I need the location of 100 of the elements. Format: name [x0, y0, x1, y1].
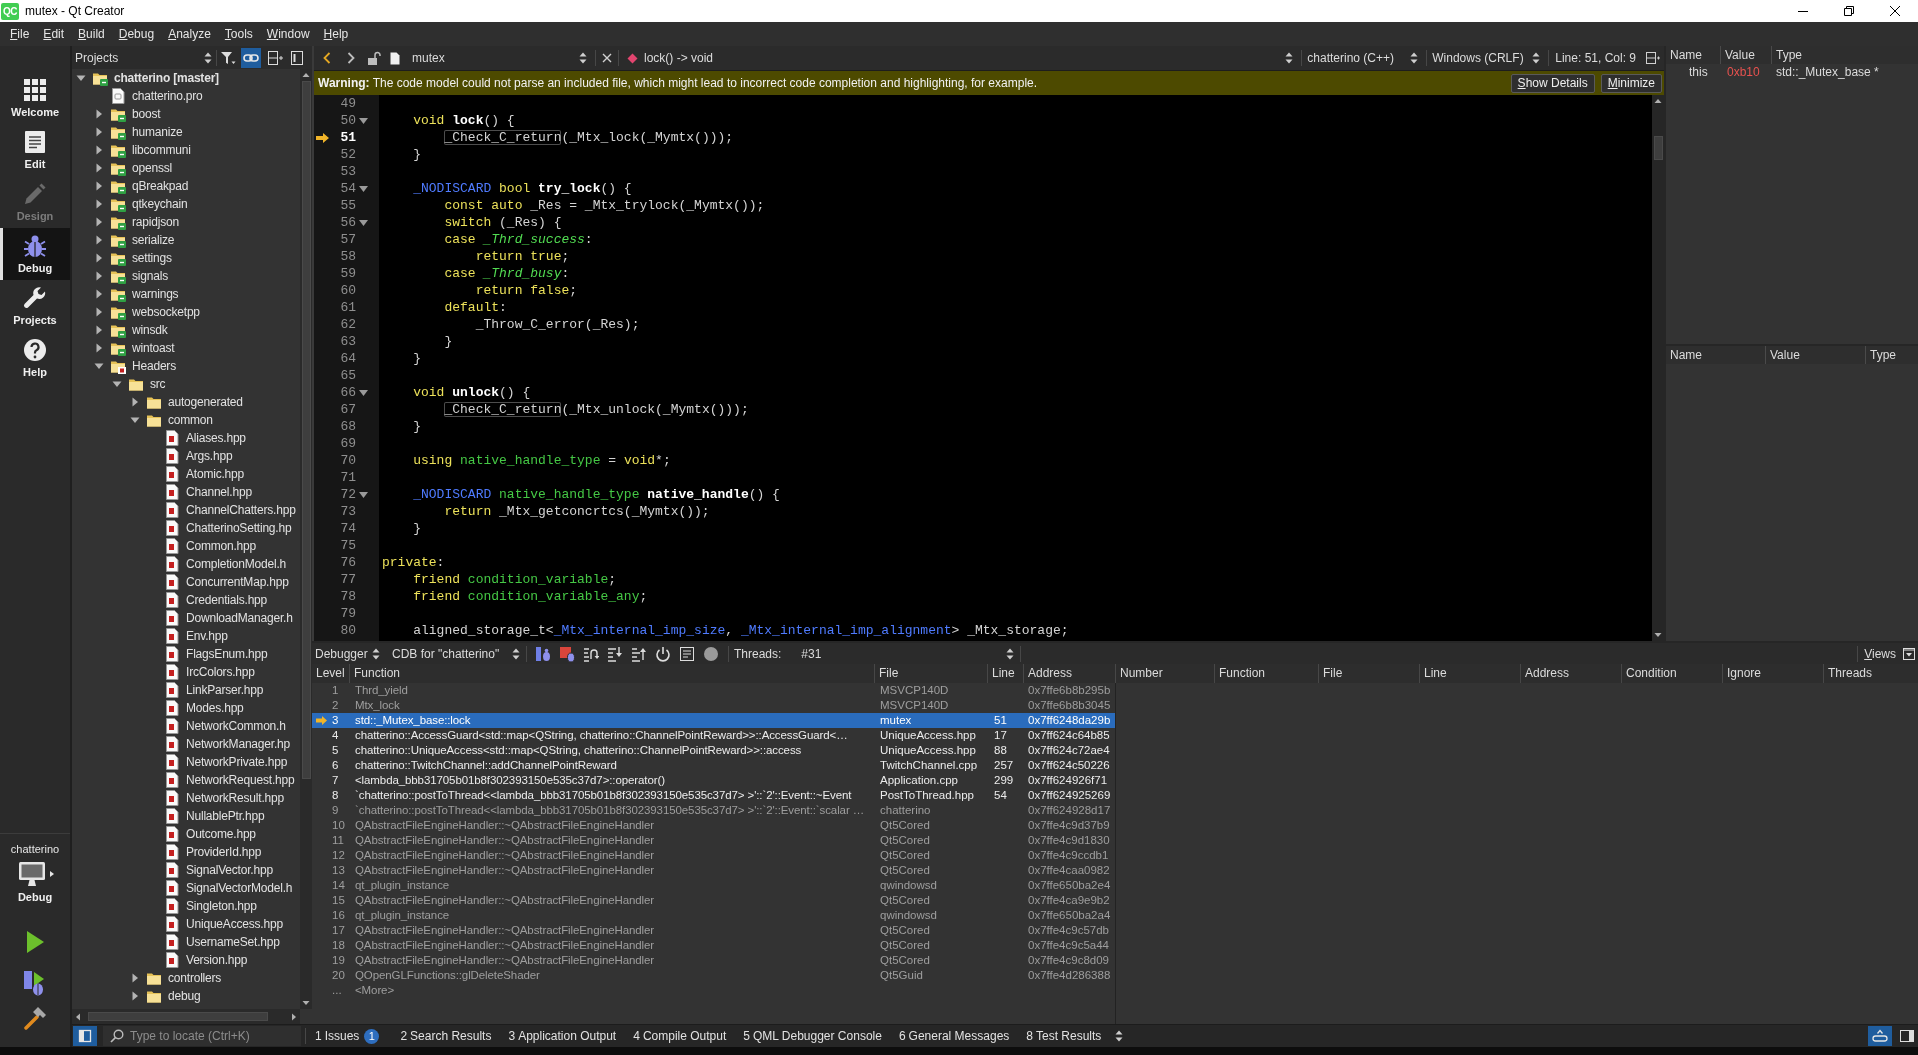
- output-tab[interactable]: 5 QML Debugger Console: [734, 1029, 890, 1043]
- tree-item[interactable]: boost: [132, 107, 161, 121]
- tree-item[interactable]: warnings: [132, 287, 179, 301]
- output-tab[interactable]: 6 General Messages: [889, 1029, 1018, 1043]
- output-tab[interactable]: 3 Application Output: [499, 1029, 625, 1043]
- sidebar-toggle-icon[interactable]: [290, 50, 304, 65]
- bar-button[interactable]: Show Details: [1510, 73, 1595, 93]
- step-over-icon[interactable]: [583, 645, 599, 662]
- view-combo[interactable]: Projects: [72, 46, 216, 69]
- stack-row[interactable]: 1 Thrd_yield MSVCP140D 0x7ffe6b8b295b: [312, 683, 1115, 698]
- hammer-icon[interactable]: [23, 1006, 47, 1030]
- tree-item[interactable]: Headers: [132, 359, 176, 373]
- filter-icon[interactable]: [220, 49, 236, 66]
- tree-item[interactable]: chatterino [master]: [114, 71, 219, 85]
- split-icon[interactable]: [1646, 51, 1660, 65]
- tree-item[interactable]: chatterino.pro: [132, 89, 203, 103]
- stack-row[interactable]: 14 qt_plugin_instance qwindowsd 0x7ffe650ba2e4: [312, 878, 1115, 893]
- stack-row[interactable]: 18 QAbstractFileEngineHandler::~QAbstractFileEngineHandler Qt5Cored 0x7ffe4c9c5a44: [312, 938, 1115, 953]
- power-icon[interactable]: [655, 645, 671, 662]
- tree-item[interactable]: src: [150, 377, 166, 391]
- output-tab[interactable]: 8 Test Results: [1017, 1029, 1110, 1043]
- stop-icon[interactable]: [559, 645, 575, 662]
- tree-item[interactable]: NetworkRequest.hpp: [186, 773, 295, 787]
- step-into-icon[interactable]: [607, 645, 623, 662]
- mode-button[interactable]: Welcome: [0, 72, 70, 124]
- stack-row[interactable]: 3 std::_Mutex_base::lock mutex 51 0x7ff6248da29b: [312, 713, 1115, 728]
- fold-arrow-icon[interactable]: [359, 491, 368, 498]
- document-icon[interactable]: [679, 645, 695, 662]
- menu-item[interactable]: Build: [71, 24, 112, 44]
- stack-row[interactable]: 15 QAbstractFileEngineHandler::~QAbstractFileEngineHandler Qt5Cored 0x7ffe4ca9e9b2: [312, 893, 1115, 908]
- output-tab[interactable]: 4 Compile Output: [624, 1029, 735, 1043]
- perspective-combo[interactable]: Debugger: [312, 643, 386, 664]
- tree-item[interactable]: common: [168, 413, 213, 427]
- tree-item[interactable]: ConcurrentMap.hpp: [186, 575, 289, 589]
- tree-item[interactable]: SignalVector.hpp: [186, 863, 273, 877]
- tree-item[interactable]: Modes.hpp: [186, 701, 244, 715]
- stack-row[interactable]: 8 `chatterino::postToThread<<lambda_bbb31705b01b8f302393150e535c37d7> >'::`2'::Event::~Event PostToThread.hpp 54 0x7ff624925269: [312, 788, 1115, 803]
- tree-item[interactable]: Args.hpp: [186, 449, 233, 463]
- tree-item[interactable]: controllers: [168, 971, 222, 985]
- tree-item[interactable]: UsernameSet.hpp: [186, 935, 280, 949]
- record-icon[interactable]: [703, 645, 719, 662]
- mode-button[interactable]: Debug: [0, 228, 70, 280]
- stack-row[interactable]: 7 <lambda_bbb31705b01b8f302393150e535c37d7>::operator() Application.cpp 299 0x7ff624926f71: [312, 773, 1115, 788]
- run-icon[interactable]: [24, 930, 46, 954]
- tree-item[interactable]: IrcColors.hpp: [186, 665, 255, 679]
- scrollbar-thumb[interactable]: [301, 81, 311, 779]
- stack-row[interactable]: 13 QAbstractFileEngineHandler::~QAbstractFileEngineHandler Qt5Cored 0x7ffe4caa0982: [312, 863, 1115, 878]
- dropdown-icon[interactable]: [1903, 647, 1915, 660]
- stack-row[interactable]: ... <More>: [312, 983, 1115, 998]
- tree-item[interactable]: winsdk: [132, 323, 168, 337]
- updown-arrow-icon[interactable]: [1115, 1030, 1124, 1042]
- stack-row[interactable]: 10 QAbstractFileEngineHandler::~QAbstractFileEngineHandler Qt5Cored 0x7ffe4c9d37b9: [312, 818, 1115, 833]
- thread-combo[interactable]: #31: [789, 643, 1021, 664]
- tree-item[interactable]: humanize: [132, 125, 183, 139]
- fold-arrow-icon[interactable]: [359, 117, 368, 124]
- scrollbar-thumb[interactable]: [1653, 136, 1663, 160]
- views-button[interactable]: Views: [1864, 646, 1896, 661]
- menu-item[interactable]: Edit: [36, 24, 72, 44]
- mode-button[interactable]: Help: [0, 332, 70, 384]
- tree-item[interactable]: NetworkResult.hpp: [186, 791, 284, 805]
- tree-item[interactable]: Common.hpp: [186, 539, 257, 553]
- stack-row[interactable]: 17 QAbstractFileEngineHandler::~QAbstractFileEngineHandler Qt5Cored 0x7ffe4c9c57db: [312, 923, 1115, 938]
- menu-item[interactable]: Window: [259, 24, 317, 44]
- tree-item[interactable]: qtkeychain: [132, 197, 188, 211]
- menu-item[interactable]: Debug: [111, 24, 162, 44]
- tree-item[interactable]: Version.hpp: [186, 953, 248, 967]
- tree-item[interactable]: Outcome.hpp: [186, 827, 256, 841]
- stack-row[interactable]: 20 QOpenGLFunctions::glDeleteShader Qt5Guid 0x7ffe4d286388: [312, 968, 1115, 983]
- stack-row[interactable]: 11 QAbstractFileEngineHandler::~QAbstractFileEngineHandler Qt5Cored 0x7ffe4c9d1830: [312, 833, 1115, 848]
- mode-button[interactable]: Projects: [0, 280, 70, 332]
- stack-row[interactable]: 2 Mtx_lock MSVCP140D 0x7ffe6b8b3045: [312, 698, 1115, 713]
- tree-item[interactable]: UniqueAccess.hpp: [186, 917, 283, 931]
- tree-item[interactable]: debug: [168, 989, 201, 1003]
- vertical-scrollbar[interactable]: [300, 69, 312, 1009]
- sidebar-toggle-icon[interactable]: [1898, 1027, 1916, 1045]
- tree-item[interactable]: Credentials.hpp: [186, 593, 268, 607]
- tree-item[interactable]: serialize: [132, 233, 175, 247]
- tree-item[interactable]: settings: [132, 251, 172, 265]
- tree-item[interactable]: FlagsEnum.hpp: [186, 647, 268, 661]
- tree-item[interactable]: Channel.hpp: [186, 485, 252, 499]
- file-combo[interactable]: mutex: [387, 46, 595, 70]
- tree-item[interactable]: websocketpp: [132, 305, 200, 319]
- stack-row[interactable]: 19 QAbstractFileEngineHandler::~QAbstractFileEngineHandler Qt5Cored 0x7ffe4c9c8d09: [312, 953, 1115, 968]
- output-tab[interactable]: 1 Issues 1: [306, 1028, 392, 1044]
- tree-item[interactable]: NetworkCommon.h: [186, 719, 286, 733]
- sidebar-toggle-icon[interactable]: [73, 1026, 97, 1046]
- tree-item[interactable]: openssl: [132, 161, 172, 175]
- tree-item[interactable]: signals: [132, 269, 168, 283]
- tree-item[interactable]: ProviderId.hpp: [186, 845, 262, 859]
- tree-item[interactable]: NetworkManager.hp: [186, 737, 290, 751]
- symbol-combo[interactable]: lock() -> void: [619, 46, 1302, 70]
- line-ending-combo[interactable]: Windows (CRLF): [1427, 46, 1549, 70]
- tree-item[interactable]: ChannelChatters.hpp: [186, 503, 296, 517]
- tree-item[interactable]: Env.hpp: [186, 629, 228, 643]
- stack-row[interactable]: 12 QAbstractFileEngineHandler::~QAbstractFileEngineHandler Qt5Cored 0x7ffe4c9ccdb1: [312, 848, 1115, 863]
- bar-and-bug-icon[interactable]: [535, 645, 551, 662]
- menu-item[interactable]: Analyze: [161, 24, 218, 44]
- bar-button[interactable]: Minimize: [1600, 73, 1662, 93]
- fold-arrow-icon[interactable]: [359, 389, 368, 396]
- menu-item[interactable]: Tools: [217, 24, 260, 44]
